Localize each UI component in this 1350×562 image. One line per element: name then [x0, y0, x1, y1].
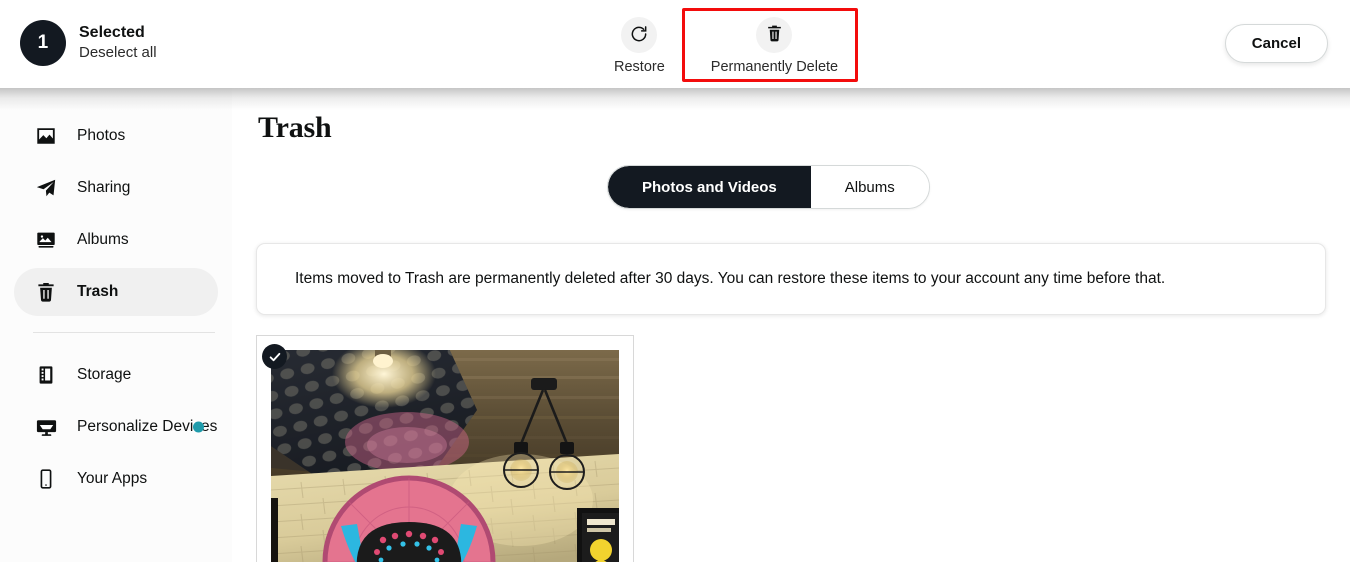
notice-text: Items moved to Trash are permanently del…	[295, 270, 1166, 287]
restore-icon	[629, 24, 649, 47]
sidebar: Photos Sharing Albums Trash Storage Pers…	[0, 88, 232, 562]
trash-icon	[34, 280, 58, 304]
storage-icon	[34, 363, 58, 387]
trash-retention-notice: Items moved to Trash are permanently del…	[256, 243, 1326, 315]
selected-count-value: 1	[37, 32, 49, 53]
permanently-delete-label: Permanently Delete	[710, 59, 839, 75]
sidebar-item-storage[interactable]: Storage	[14, 351, 218, 399]
sidebar-item-label: Albums	[77, 231, 129, 249]
selected-label: Selected	[79, 24, 145, 42]
selection-summary: 1 Selected Deselect all	[20, 20, 157, 66]
selection-action-bar: 1 Selected Deselect all Restore Permanen…	[0, 0, 1350, 88]
restore-icon-wrap	[621, 17, 658, 53]
sidebar-item-label: Storage	[77, 366, 132, 384]
restore-label: Restore	[614, 59, 665, 75]
sidebar-item-label: Photos	[77, 127, 126, 145]
phone-icon	[34, 467, 58, 491]
sidebar-item-label: Sharing	[77, 179, 131, 197]
permanently-delete-button[interactable]: Permanently Delete	[697, 11, 852, 81]
notification-dot-icon	[193, 421, 204, 433]
deselect-all-link[interactable]: Deselect all	[79, 45, 157, 62]
trash-icon-wrap	[756, 17, 793, 53]
page-title: Trash	[258, 111, 332, 144]
main-content: Trash Photos and Videos Albums Items mov…	[232, 88, 1350, 562]
trash-icon	[765, 24, 784, 46]
action-buttons: Restore Permanently Delete	[600, 11, 852, 81]
photo-grid	[256, 335, 634, 562]
tab-photos-and-videos[interactable]: Photos and Videos	[608, 166, 811, 208]
tab-albums[interactable]: Albums	[810, 166, 929, 208]
sidebar-item-photos[interactable]: Photos	[14, 112, 218, 160]
sidebar-item-personalize-devices[interactable]: Personalize Devices	[14, 403, 218, 451]
selection-labels: Selected Deselect all	[79, 24, 157, 61]
sidebar-item-your-apps[interactable]: Your Apps	[14, 455, 218, 503]
photo-icon	[34, 124, 58, 148]
cancel-button[interactable]: Cancel	[1224, 24, 1328, 63]
sidebar-divider	[33, 332, 215, 333]
photo-card[interactable]	[256, 335, 634, 562]
paper-plane-icon	[34, 176, 58, 200]
albums-icon	[34, 228, 58, 252]
restore-button[interactable]: Restore	[600, 11, 679, 81]
content-type-tabs: Photos and Videos Albums	[607, 165, 930, 209]
sidebar-item-label: Trash	[77, 283, 119, 301]
sidebar-item-albums[interactable]: Albums	[14, 216, 218, 264]
trash-page: 1 Selected Deselect all Restore Permanen…	[0, 0, 1350, 562]
sidebar-item-label: Your Apps	[77, 470, 148, 488]
sidebar-item-sharing[interactable]: Sharing	[14, 164, 218, 212]
selected-count-badge: 1	[20, 20, 66, 66]
photo-thumbnail	[271, 350, 619, 562]
monitor-icon	[34, 415, 58, 439]
sidebar-item-trash[interactable]: Trash	[14, 268, 218, 316]
check-icon[interactable]	[262, 344, 287, 369]
